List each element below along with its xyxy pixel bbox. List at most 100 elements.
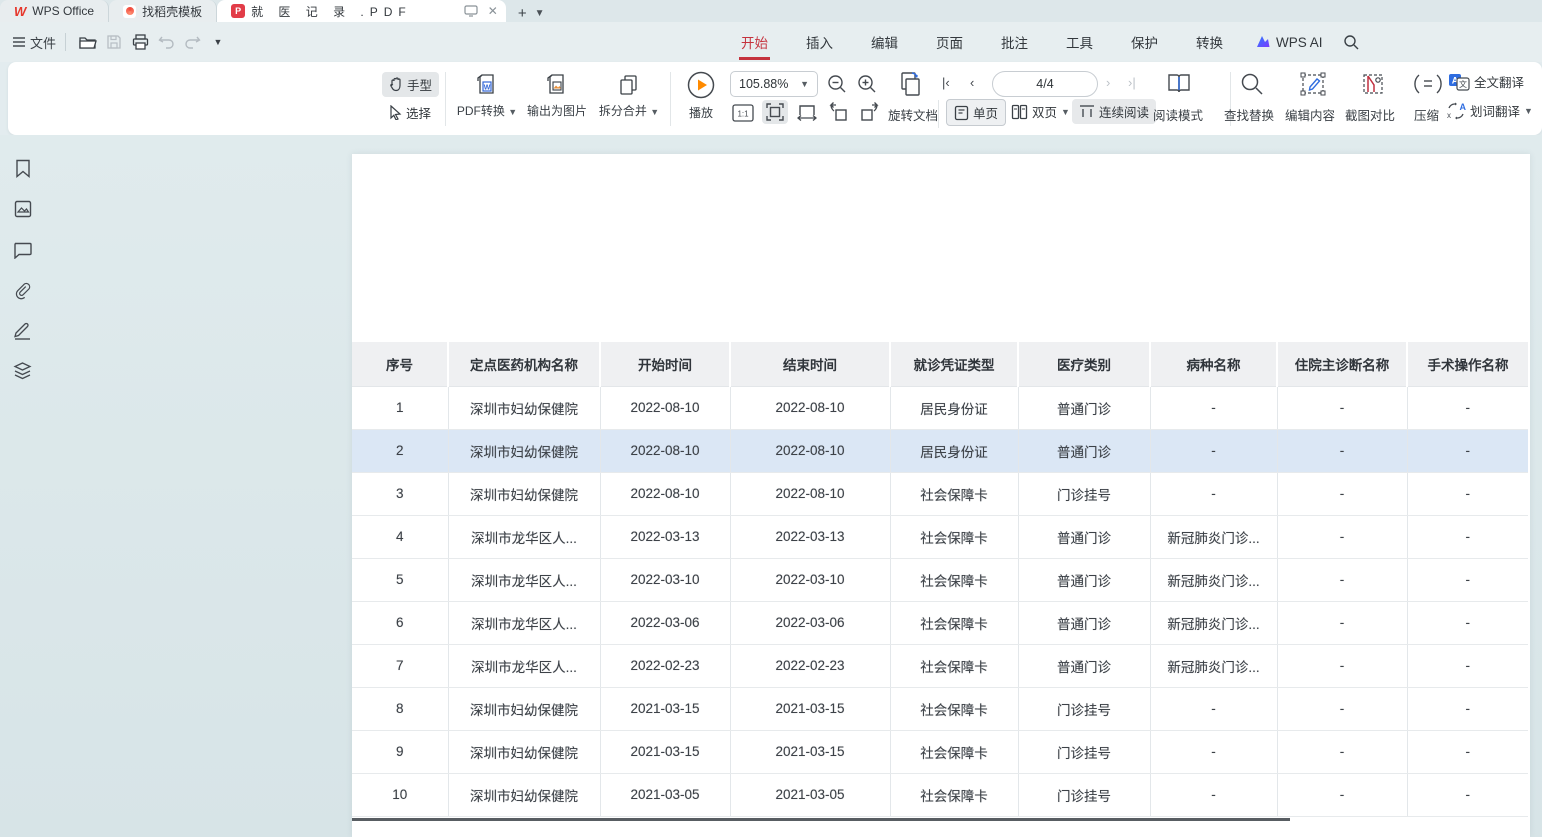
split-merge-button[interactable]: 拆分合并 ▼ [594,73,664,119]
screenshot-compare-label: 截图对比 [1345,105,1395,124]
menu-home[interactable]: 开始 [739,26,770,58]
menu-comment[interactable]: 批注 [999,26,1030,58]
redo-icon[interactable] [182,32,202,52]
compress-icon [1414,73,1442,95]
word-translate-label: 划词翻译 [1470,101,1520,120]
word-translate-icon: A x [1446,102,1466,120]
continuous-read-icon [1079,104,1095,119]
compress-button[interactable] [1414,73,1442,95]
table-cell: 社会保障卡 [890,687,1018,730]
signature-panel-icon[interactable] [12,320,33,341]
table-cell: 9 [352,730,448,773]
search-icon[interactable] [1341,32,1361,52]
screen-preview-icon[interactable] [464,5,478,17]
undo-icon[interactable] [156,32,176,52]
page-indicator-box[interactable]: 4/4 [992,71,1098,97]
menu-tools[interactable]: 工具 [1064,26,1095,58]
first-page-button[interactable]: |‹ [942,75,950,90]
next-page-button[interactable]: › [1106,75,1110,90]
attachments-panel-icon[interactable] [12,280,33,301]
menu-edit[interactable]: 编辑 [869,26,900,58]
hamburger-icon [12,36,26,48]
table-cell: 深圳市妇幼保健院 [448,730,600,773]
menu-page[interactable]: 页面 [934,26,965,58]
pdf-convert-button[interactable]: W PDF转换 ▼ [454,73,520,119]
table-cell: 2022-03-13 [600,515,730,558]
save-icon[interactable] [104,32,124,52]
rotate-left-button[interactable] [826,100,852,124]
edit-content-label: 编辑内容 [1285,105,1335,124]
table-cell: 社会保障卡 [890,730,1018,773]
table-cell: - [1277,515,1407,558]
prev-page-button[interactable]: ‹ [970,75,974,90]
page-indicator-value: 4/4 [1036,77,1053,91]
export-as-image-button[interactable]: 输出为图片 [522,73,592,119]
wps-ai-button[interactable]: WPS AI [1255,35,1323,50]
menu-convert[interactable]: 转换 [1194,26,1225,58]
double-page-button[interactable]: 双页 ▼ [1004,99,1077,124]
tab-list-chevron-icon[interactable]: ▼ [535,8,545,19]
rotate-right-button[interactable] [856,100,882,124]
open-folder-icon[interactable] [78,32,98,52]
table-cell: - [1407,472,1528,515]
tab-document-pdf[interactable]: P 就 医 记 录 .PDF ✕ [217,0,506,22]
table-cell: 社会保障卡 [890,773,1018,816]
table-cell: 门诊挂号 [1018,773,1150,816]
table-row: 3深圳市妇幼保健院2022-08-102022-08-10社会保障卡门诊挂号--… [352,472,1528,515]
last-page-button[interactable]: ›| [1128,75,1136,90]
tab-docer-templates[interactable]: 找稻壳模板 [109,0,217,22]
find-replace-button[interactable] [1240,72,1264,96]
zoom-in-button[interactable] [854,72,880,96]
close-tab-icon[interactable]: ✕ [488,4,498,18]
table-cell: 深圳市龙华区人... [448,515,600,558]
table-cell: 2 [352,429,448,472]
column-header: 住院主诊断名称 [1277,342,1407,386]
zoom-level-dropdown[interactable]: 105.88% ▼ [730,71,818,97]
new-tab-button[interactable]: + [518,5,527,22]
table-cell: - [1150,386,1277,429]
play-label: 播放 [689,104,713,121]
fit-width-button[interactable] [794,100,820,124]
table-cell: - [1407,687,1528,730]
comments-panel-icon[interactable] [12,240,33,261]
print-icon[interactable] [130,32,150,52]
thumbnails-panel-icon[interactable] [12,198,33,219]
menu-row: 文件 ▼ 开始 插入 编 [0,22,1542,62]
read-mode-button[interactable] [1166,71,1192,97]
fit-page-button[interactable] [762,100,788,124]
rotate-doc-label[interactable]: 旋转文档 [888,105,938,124]
screenshot-compare-button[interactable] [1360,72,1386,96]
pdf-convert-icon: W [474,73,500,97]
word-translate-button[interactable]: A x 划词翻译 ▼ [1446,101,1533,120]
continuous-read-button[interactable]: 连续阅读 [1072,99,1156,124]
table-cell: 普通门诊 [1018,515,1150,558]
find-replace-label: 查找替换 [1224,105,1274,124]
tab-wps-office[interactable]: W WPS Office [0,0,109,22]
table-cell: 2021-03-15 [730,687,890,730]
bookmarks-panel-icon[interactable] [12,158,33,179]
docer-icon [123,5,136,18]
column-header: 序号 [352,342,448,386]
menu-insert[interactable]: 插入 [804,26,835,58]
double-page-label: 双页 [1032,102,1057,121]
select-tool-button[interactable]: 选择 [382,100,438,125]
menu-protect[interactable]: 保护 [1129,26,1160,58]
window-tab-bar: W WPS Office 找稻壳模板 P 就 医 记 录 .PDF ✕ + ▼ [0,0,1542,22]
table-cell: - [1150,472,1277,515]
pdf-page[interactable]: 序号定点医药机构名称开始时间结束时间就诊凭证类型医疗类别病种名称住院主诊断名称手… [352,154,1530,837]
actual-size-button[interactable]: 1:1 [730,101,756,125]
play-button[interactable] [687,71,715,99]
quickbar-more-chevron-icon[interactable]: ▼ [208,32,228,52]
zoom-out-button[interactable] [824,72,850,96]
table-cell: 深圳市妇幼保健院 [448,687,600,730]
rotate-pages-icon[interactable] [894,68,926,100]
layers-panel-icon[interactable] [12,360,33,381]
full-translate-button[interactable]: A 文 全文翻译 [1448,72,1524,91]
table-cell: 2021-03-05 [730,773,890,816]
file-menu-button[interactable]: 文件 [12,33,56,52]
single-page-button[interactable]: 单页 [946,99,1006,126]
wps-logo-icon: W [14,4,26,19]
hand-tool-button[interactable]: 手型 [382,72,439,97]
table-cell: 深圳市龙华区人... [448,558,600,601]
edit-content-button[interactable] [1300,72,1326,96]
